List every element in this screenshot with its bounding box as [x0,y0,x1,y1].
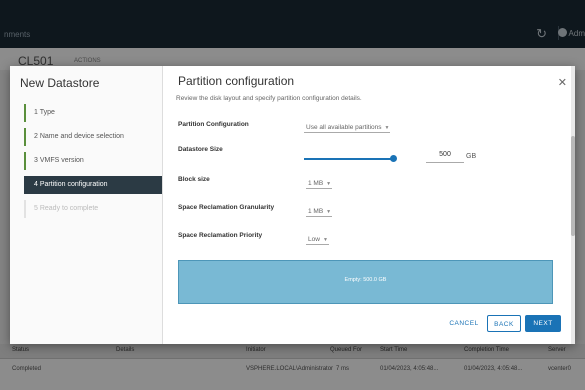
partition-config-label: Partition Configuration [178,121,249,128]
slider-handle[interactable] [390,155,398,162]
chevron-down-icon: ▼ [326,181,332,187]
datastore-size-slider[interactable] [304,155,398,162]
block-size-select[interactable]: 1 MB ▼ [306,180,333,189]
reclamation-granularity-value: 1 MB [308,208,324,215]
scrollbar-thumb[interactable] [571,136,575,236]
reclamation-priority-value: Low [308,236,320,243]
next-button[interactable]: NEXT [525,315,561,332]
slider-fill [304,158,394,160]
step-name-device[interactable]: 2 Name and device selection [24,128,162,146]
partition-config-value: Use all available partitions [306,124,382,131]
chevron-down-icon: ▼ [322,237,328,243]
wizard-title: New Datastore [20,76,100,90]
wizard-steps-panel: New Datastore 1 Type 2 Name and device s… [10,66,163,344]
reclamation-granularity-label: Space Reclamation Granularity [178,204,275,211]
block-size-label: Block size [178,176,210,183]
close-icon[interactable]: ✕ [558,76,567,89]
chevron-down-icon: ▼ [384,125,390,131]
reclamation-priority-label: Space Reclamation Priority [178,232,263,239]
partition-config-select[interactable]: Use all available partitions ▼ [304,124,391,133]
page-title: Partition configuration [178,74,295,88]
back-button[interactable]: BACK [487,315,521,332]
page-subtitle: Review the disk layout and specify parti… [176,95,362,102]
step-vmfs-version[interactable]: 3 VMFS version [24,152,162,170]
step-ready-to-complete: 5 Ready to complete [24,200,162,218]
cancel-button[interactable]: CANCEL [444,315,484,332]
disk-layout-bar: Empty: 500.0 GB [178,260,553,304]
reclamation-granularity-select[interactable]: 1 MB ▼ [306,208,333,217]
wizard-content: Partition configuration Review the disk … [162,66,575,344]
datastore-size-label: Datastore Size [178,146,223,153]
chevron-down-icon: ▼ [326,209,332,215]
disk-layout-label: Empty: 500.0 GB [344,277,387,283]
block-size-value: 1 MB [308,180,324,187]
reclamation-priority-select[interactable]: Low ▼ [306,236,329,245]
scrollbar[interactable] [571,66,575,344]
step-type[interactable]: 1 Type [24,104,162,122]
datastore-size-unit: GB [466,153,477,160]
datastore-size-input[interactable]: 500 [426,151,464,163]
step-partition-configuration[interactable]: 4 Partition configuration [24,176,162,194]
new-datastore-dialog: New Datastore 1 Type 2 Name and device s… [10,66,575,344]
